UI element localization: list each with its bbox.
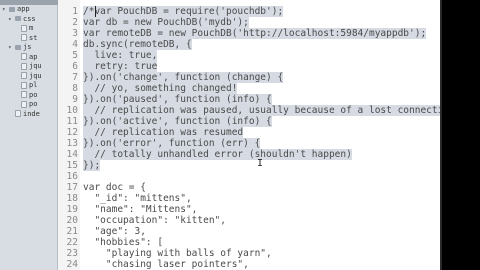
file-icon bbox=[21, 53, 27, 60]
tree-item-label: app bbox=[17, 5, 30, 13]
line-number: 3 bbox=[72, 28, 78, 39]
tree-item[interactable]: ▾ js bbox=[8, 42, 31, 52]
code-line[interactable]: "hobbies": [ bbox=[83, 237, 163, 248]
folder-icon bbox=[15, 44, 21, 50]
code-line[interactable]: retry: true bbox=[83, 61, 158, 72]
line-number: 12 bbox=[66, 127, 78, 138]
code-line[interactable]: }); bbox=[83, 160, 101, 171]
line-number: 21 bbox=[66, 226, 78, 237]
line-number: 16 bbox=[66, 171, 78, 182]
code-line[interactable]: var remoteDB = new PouchDB('http://local… bbox=[83, 28, 427, 39]
code-line[interactable]: /*var PouchDB = require('pouchdb'); bbox=[83, 6, 284, 17]
line-number: 22 bbox=[66, 237, 78, 248]
file-icon bbox=[21, 24, 27, 32]
file-icon bbox=[21, 62, 27, 70]
code-line[interactable]: }).on('error', function (err) { bbox=[83, 138, 261, 149]
code-line[interactable]: "age": 3, bbox=[83, 226, 145, 237]
code-line[interactable]: // yo, something changed! bbox=[83, 83, 238, 94]
line-number: 19 bbox=[66, 204, 78, 215]
tree-item-label: st bbox=[29, 33, 38, 42]
line-number: 24 bbox=[66, 259, 78, 270]
line-number: 6 bbox=[72, 61, 78, 72]
code-line[interactable]: live: true, bbox=[83, 50, 158, 61]
tree-item[interactable]: ▾ css bbox=[8, 14, 36, 24]
tree-item-label: po bbox=[29, 90, 38, 99]
line-number: 9 bbox=[72, 94, 78, 105]
tree-item[interactable]: jqu bbox=[14, 61, 42, 71]
tree-item-label: pl bbox=[29, 81, 38, 89]
wrap-guide bbox=[440, 0, 442, 270]
editor-right-margin bbox=[440, 0, 480, 270]
tree-item-label: js bbox=[23, 43, 32, 51]
line-number: 23 bbox=[66, 248, 78, 259]
line-number: 17 bbox=[66, 182, 78, 193]
tree-item-label: jqu bbox=[29, 71, 42, 80]
file-icon bbox=[21, 100, 27, 108]
code-line[interactable]: var db = new PouchDB('mydb'); bbox=[83, 17, 249, 28]
code-line[interactable]: var doc = { bbox=[83, 182, 146, 193]
tree-item[interactable]: ▾ app bbox=[2, 4, 30, 14]
code-line[interactable]: "name": "Mittens", bbox=[83, 204, 197, 215]
code-line[interactable]: // replication was resumed bbox=[83, 127, 244, 138]
tree-item-label: m bbox=[29, 24, 34, 32]
code-line[interactable]: }).on('change', function (change) { bbox=[83, 72, 284, 83]
code-line[interactable]: }).on('paused', function (info) { bbox=[83, 94, 272, 105]
file-icon bbox=[21, 81, 27, 89]
tree-item[interactable]: inde bbox=[8, 109, 40, 119]
file-icon bbox=[15, 110, 21, 117]
line-number: 18 bbox=[66, 193, 78, 204]
tree-item[interactable]: po bbox=[14, 90, 37, 100]
line-number: 2 bbox=[72, 17, 78, 28]
line-number: 20 bbox=[66, 215, 78, 226]
tree-item-label: ap bbox=[29, 52, 38, 61]
tree-item[interactable]: po bbox=[14, 99, 37, 109]
file-icon bbox=[21, 91, 27, 98]
tree-item-label: po bbox=[29, 100, 38, 108]
code-line[interactable]: }).on('active', function (info) { bbox=[83, 116, 272, 127]
line-number: 1 bbox=[72, 6, 78, 17]
tree-item[interactable]: st bbox=[14, 33, 37, 43]
line-number: 14 bbox=[66, 149, 78, 160]
file-icon bbox=[21, 72, 27, 79]
tree-item[interactable]: m bbox=[14, 23, 33, 33]
line-number: 13 bbox=[66, 138, 78, 149]
line-number: 8 bbox=[72, 83, 78, 94]
line-number: 11 bbox=[66, 116, 78, 127]
line-number: 7 bbox=[72, 72, 78, 83]
folder-icon bbox=[9, 6, 15, 12]
tree-item-label: inde bbox=[23, 109, 40, 118]
code-line[interactable]: // totally unhandled error (shouldn't ha… bbox=[83, 149, 352, 160]
code-line[interactable]: db.sync(remoteDB, { bbox=[83, 39, 192, 50]
code-line[interactable]: // replication was paused, usually becau… bbox=[83, 105, 450, 116]
line-number: 15 bbox=[66, 160, 78, 171]
file-icon bbox=[21, 34, 27, 41]
tree-item[interactable]: pl bbox=[14, 80, 37, 90]
line-number: 5 bbox=[72, 50, 78, 61]
tree-item-label: jqu bbox=[29, 62, 42, 70]
tree-item[interactable]: ap bbox=[14, 52, 37, 62]
tree-item-label: css bbox=[23, 14, 36, 23]
line-number: 4 bbox=[72, 39, 78, 50]
mouse-text-cursor-icon: I bbox=[257, 158, 264, 169]
tree-item[interactable]: jqu bbox=[14, 71, 42, 81]
code-line[interactable]: "playing with balls of yarn", bbox=[83, 248, 272, 259]
code-line[interactable]: "chasing laser pointers", bbox=[83, 259, 249, 270]
code-line[interactable]: "occupation": "kitten", bbox=[83, 215, 226, 226]
folder-icon bbox=[15, 16, 21, 21]
code-line[interactable]: "_id": "mittens", bbox=[83, 193, 191, 204]
line-number: 10 bbox=[66, 105, 78, 116]
text-caret bbox=[95, 6, 96, 17]
